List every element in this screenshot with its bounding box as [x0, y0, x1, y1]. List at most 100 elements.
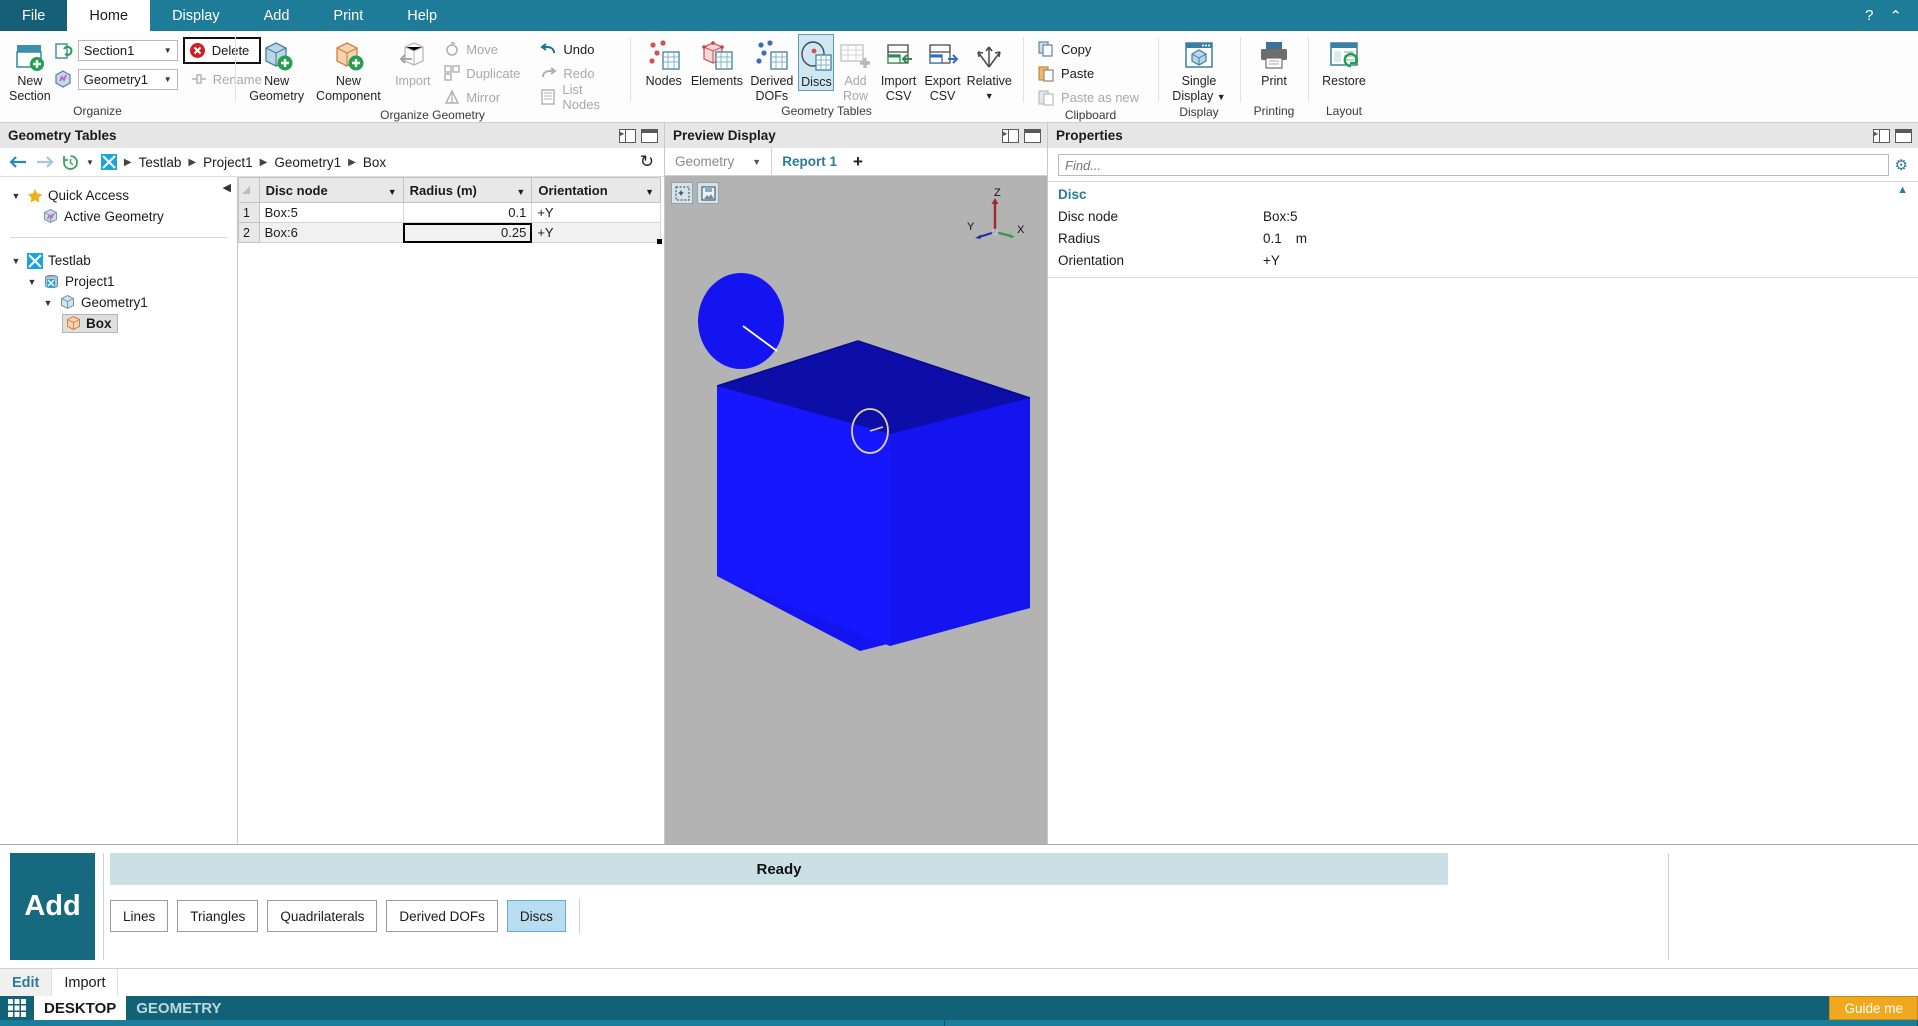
dock-window-icon[interactable]: [1024, 128, 1041, 143]
tree-node-active-geometry[interactable]: Active Geometry: [0, 206, 237, 227]
cell-orientation[interactable]: +Y: [531, 202, 661, 223]
tree-expander-icon[interactable]: ▼: [10, 191, 22, 201]
property-row-orientation[interactable]: Orientation +Y: [1048, 249, 1918, 271]
bottom-tab-import[interactable]: Import: [51, 969, 119, 996]
tree-node-box[interactable]: Box: [0, 313, 237, 334]
chevron-down-icon[interactable]: ▼: [752, 157, 761, 167]
elements-button[interactable]: Elements: [688, 34, 745, 89]
chip-lines[interactable]: Lines: [110, 900, 169, 932]
menu-item-display[interactable]: Display: [150, 0, 242, 31]
taskbar-item-desktop[interactable]: DESKTOP: [34, 996, 127, 1020]
history-icon[interactable]: [62, 154, 79, 171]
sort-icon[interactable]: ▼: [388, 183, 397, 197]
refresh-icon[interactable]: ↻: [640, 152, 654, 172]
ribbon-collapse-icon[interactable]: ⌃: [1889, 7, 1902, 25]
cell-disc-node[interactable]: Box:5: [258, 202, 404, 223]
property-value-orientation[interactable]: +Y: [1263, 253, 1918, 268]
tree-expander-icon[interactable]: ▼: [10, 256, 22, 266]
geometry-combo[interactable]: Geometry1 ▼: [77, 68, 178, 90]
sort-icon[interactable]: ▼: [516, 183, 525, 197]
taskbar-item-geometry[interactable]: GEOMETRY: [126, 996, 231, 1020]
tree-node-box-selected[interactable]: Box: [62, 314, 118, 333]
history-dropdown-icon[interactable]: ▼: [86, 158, 94, 167]
dock-window-icon[interactable]: [1895, 128, 1912, 143]
forward-icon[interactable]: [35, 154, 55, 170]
dock-split-icon[interactable]: [1873, 127, 1890, 143]
tab-geometry[interactable]: Geometry ▼: [665, 148, 773, 175]
discs-button[interactable]: Discs: [798, 34, 835, 91]
export-csv-button[interactable]: Export CSV: [921, 34, 965, 104]
menu-item-add[interactable]: Add: [242, 0, 312, 31]
new-section-button[interactable]: New Section: [9, 34, 51, 104]
bottom-tab-edit[interactable]: Edit: [0, 969, 52, 996]
refresh-section-icon[interactable]: [53, 41, 73, 61]
property-value-disc-node[interactable]: Box:5: [1263, 209, 1918, 224]
breadcrumb-item-geometry1[interactable]: Geometry1: [274, 155, 341, 170]
relative-dropdown-icon[interactable]: ▼: [985, 89, 994, 104]
gear-icon[interactable]: ⚙: [1895, 156, 1908, 174]
tree-expander-icon[interactable]: ▼: [26, 277, 38, 287]
tree-node-project1[interactable]: ▼ Project1: [0, 271, 237, 292]
table-row[interactable]: 1 Box:5 0.1 +Y: [238, 202, 661, 223]
collapse-group-icon[interactable]: ▲: [1897, 184, 1908, 196]
chip-derived-dofs[interactable]: Derived DOFs: [386, 900, 498, 932]
single-display-button[interactable]: Single Display ▼: [1167, 34, 1231, 105]
app-grid-icon[interactable]: [0, 996, 34, 1020]
menu-item-file[interactable]: File: [0, 0, 68, 31]
derived-dofs-button[interactable]: Derived DOFs: [745, 34, 798, 104]
menu-item-help[interactable]: Help: [385, 0, 459, 31]
breadcrumb-item-box[interactable]: Box: [363, 155, 386, 170]
property-row-disc-node[interactable]: Disc node Box:5: [1048, 205, 1918, 227]
table-row[interactable]: 2 Box:6 0.25 +Y: [238, 222, 662, 244]
dock-split-icon[interactable]: [1002, 127, 1019, 143]
new-component-button[interactable]: New Component: [309, 34, 387, 104]
add-button[interactable]: Add: [10, 853, 95, 960]
sort-icon[interactable]: ▼: [645, 183, 654, 197]
dock-split-icon[interactable]: [619, 127, 636, 143]
property-value-radius[interactable]: 0.1 m: [1263, 231, 1918, 246]
tree-node-quick-access[interactable]: ▼ Quick Access: [0, 185, 237, 206]
nodes-button[interactable]: Nodes: [639, 34, 688, 89]
tree-collapse-icon[interactable]: ◀: [223, 181, 231, 194]
menu-item-home[interactable]: Home: [67, 0, 151, 31]
guide-me-button[interactable]: Guide me: [1829, 996, 1918, 1020]
back-icon[interactable]: [8, 154, 28, 170]
tab-report-1[interactable]: Report 1 +: [772, 148, 873, 175]
breadcrumb-item-project1[interactable]: Project1: [203, 155, 253, 170]
relative-button[interactable]: Relative ▼: [965, 34, 1014, 104]
chevron-down-icon[interactable]: ▼: [1217, 92, 1226, 102]
property-row-radius[interactable]: Radius 0.1 m: [1048, 227, 1918, 249]
breadcrumb-item-testlab[interactable]: Testlab: [139, 155, 182, 170]
print-button[interactable]: Print: [1249, 34, 1299, 89]
dock-window-icon[interactable]: [641, 128, 658, 143]
column-header-disc-node[interactable]: Disc node ▼: [258, 177, 404, 203]
fill-handle[interactable]: [657, 239, 662, 244]
section-combo[interactable]: Section1 ▼: [77, 40, 178, 61]
help-icon[interactable]: ?: [1865, 7, 1873, 24]
find-input[interactable]: [1058, 154, 1889, 176]
new-geometry-button[interactable]: New Geometry: [244, 34, 309, 104]
tree-node-testlab[interactable]: ▼ Testlab: [0, 250, 237, 271]
column-header-orientation[interactable]: Orientation ▼: [531, 177, 661, 203]
tree-node-geometry1[interactable]: ▼ Geometry1: [0, 292, 237, 313]
chip-triangles[interactable]: Triangles: [177, 900, 259, 932]
restore-button[interactable]: Restore: [1317, 34, 1371, 89]
table-select-all-corner[interactable]: [238, 177, 260, 203]
save-image-icon[interactable]: [697, 182, 719, 204]
add-tab-icon[interactable]: +: [853, 152, 863, 172]
tree-expander-icon[interactable]: ▼: [42, 298, 54, 308]
geometry-properties-icon[interactable]: [53, 69, 73, 89]
chip-discs[interactable]: Discs: [506, 900, 566, 932]
copy-button[interactable]: Copy: [1032, 38, 1145, 60]
undo-button[interactable]: Undo: [534, 38, 621, 60]
import-csv-button[interactable]: Import CSV: [877, 34, 921, 104]
cell-disc-node[interactable]: Box:6: [258, 222, 404, 243]
select-tool-icon[interactable]: [671, 182, 693, 204]
chip-quadrilaterals[interactable]: Quadrilaterals: [267, 900, 378, 932]
cell-radius[interactable]: 0.1: [402, 202, 533, 223]
testlab-root-icon[interactable]: [100, 154, 117, 170]
cell-orientation[interactable]: +Y: [531, 222, 662, 244]
3d-viewport[interactable]: Z X Y: [665, 176, 1047, 844]
menu-item-print[interactable]: Print: [311, 0, 385, 31]
column-header-radius[interactable]: Radius (m) ▼: [402, 177, 533, 203]
